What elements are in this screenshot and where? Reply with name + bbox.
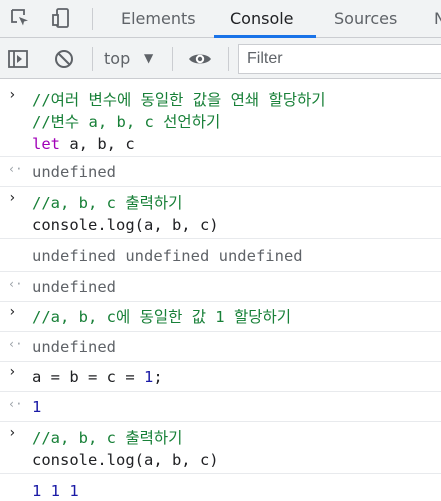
- execution-context-select[interactable]: top: [104, 38, 130, 79]
- result-value: undefined: [32, 338, 116, 356]
- code-text: ;: [153, 368, 163, 386]
- show-sidebar-icon[interactable]: [7, 48, 29, 70]
- tab-elements[interactable]: Elements: [121, 0, 196, 38]
- code-text: a = b = c =: [32, 368, 144, 386]
- code-comment: //변수 a, b, c 선언하기: [32, 113, 221, 131]
- console-input-entry[interactable]: › a = b = c = 1;: [0, 362, 441, 392]
- result-value: undefined: [32, 163, 116, 181]
- result-arrow-icon: ‹·: [8, 277, 23, 291]
- code-comment: //a, b, c 출력하기: [32, 194, 183, 212]
- console-result-entry: ‹· undefined: [0, 157, 441, 187]
- console-result-entry: ‹· undefined: [0, 272, 441, 302]
- input-prompt-icon: ›: [8, 304, 17, 320]
- clear-console-icon[interactable]: [53, 48, 75, 70]
- console-input-entry[interactable]: › //여러 변수에 동일한 값을 연쇄 할당하기 //변수 a, b, c 선…: [0, 79, 441, 157]
- live-expression-eye-icon[interactable]: [187, 48, 213, 70]
- toolbar-divider: [92, 47, 93, 71]
- console-log-message: 1 1 1: [0, 474, 441, 501]
- toolbar-divider: [172, 47, 173, 71]
- log-value: 1 1 1: [32, 482, 79, 500]
- code-text: a, b, c: [60, 135, 135, 153]
- result-value: 1: [32, 398, 42, 416]
- code-number: 1: [143, 368, 154, 386]
- console-messages: › //여러 변수에 동일한 값을 연쇄 할당하기 //변수 a, b, c 선…: [0, 79, 441, 501]
- code-line: console.log(a, b, c): [32, 451, 219, 469]
- tab-sources[interactable]: Sources: [334, 0, 397, 38]
- tab-bar-divider: [92, 8, 93, 30]
- console-result-entry: ‹· undefined: [0, 332, 441, 362]
- console-input-entry[interactable]: › //a, b, c에 동일한 값 1 할당하기: [0, 302, 441, 332]
- code-line: a = b = c = 1;: [0, 366, 441, 388]
- chevron-down-icon[interactable]: ▼: [144, 38, 153, 79]
- result-arrow-icon: ‹·: [8, 337, 23, 351]
- result-value: undefined: [32, 278, 116, 296]
- tab-network[interactable]: N: [434, 0, 441, 38]
- inspect-element-icon[interactable]: [9, 7, 31, 29]
- code-keyword: let: [32, 135, 60, 153]
- input-prompt-icon: ›: [8, 190, 17, 206]
- tab-console[interactable]: Console: [230, 0, 294, 38]
- devtools-tab-bar: Elements Console Sources N: [0, 0, 441, 38]
- input-prompt-icon: ›: [8, 87, 17, 103]
- console-log-message: undefined undefined undefined: [0, 239, 441, 272]
- input-prompt-icon: ›: [8, 425, 17, 441]
- code-comment: //여러 변수에 동일한 값을 연쇄 할당하기: [32, 91, 326, 109]
- console-toolbar: top ▼: [0, 38, 441, 79]
- console-input-entry[interactable]: › //a, b, c 출력하기 console.log(a, b, c): [0, 422, 441, 474]
- input-prompt-icon: ›: [8, 364, 17, 380]
- result-arrow-icon: ‹·: [8, 397, 23, 411]
- code-comment: //a, b, c 출력하기: [32, 429, 183, 447]
- filter-input[interactable]: [238, 44, 441, 74]
- toolbar-divider: [228, 47, 229, 71]
- result-arrow-icon: ‹·: [8, 162, 23, 176]
- console-result-entry: ‹· 1: [0, 392, 441, 422]
- code-comment: //a, b, c에 동일한 값 1 할당하기: [32, 308, 291, 326]
- code-line: let a, b, c: [0, 133, 441, 155]
- device-toolbar-icon[interactable]: [51, 7, 73, 29]
- console-input-entry[interactable]: › //a, b, c 출력하기 console.log(a, b, c): [0, 187, 441, 239]
- code-line: console.log(a, b, c): [32, 216, 219, 234]
- log-value: undefined undefined undefined: [32, 247, 303, 265]
